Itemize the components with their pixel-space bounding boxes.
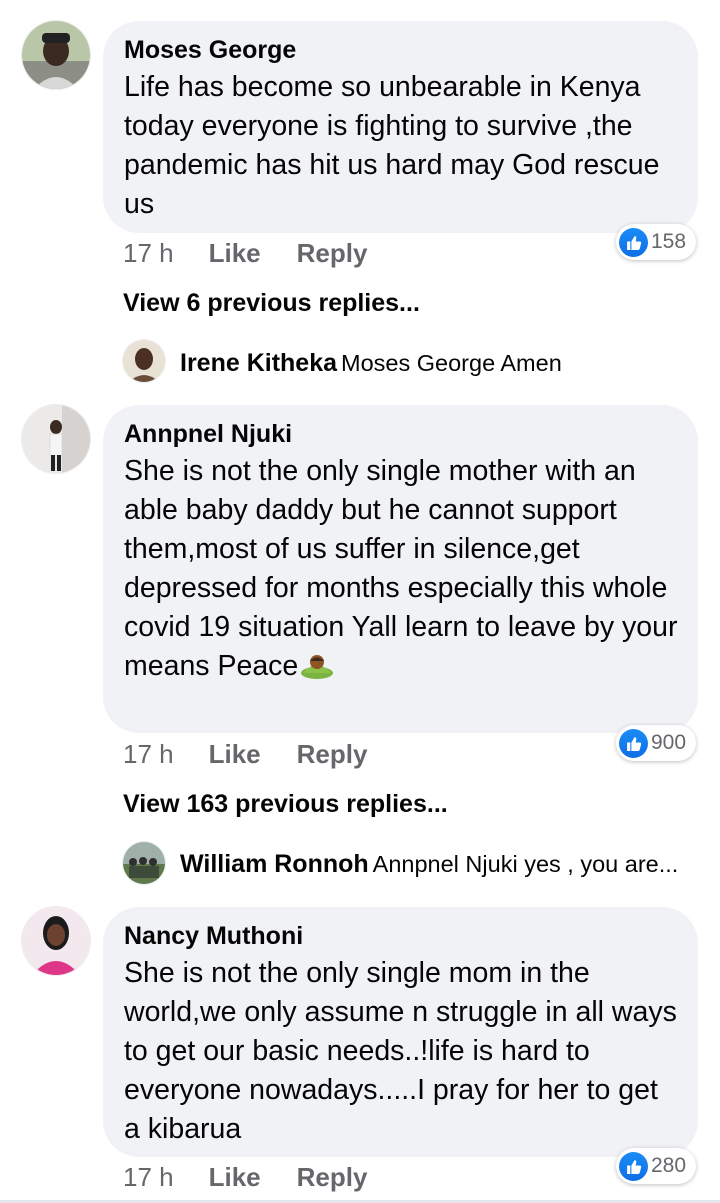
comment-author[interactable]: Moses George: [124, 35, 678, 65]
comment-actions: 17 h Like Reply: [123, 238, 367, 269]
thumbs-up-icon: [619, 1151, 648, 1181]
avatar-moses-george[interactable]: [22, 21, 90, 89]
comment-bubble[interactable]: Moses George Life has become so unbearab…: [103, 21, 698, 233]
reaction-count: 280: [651, 1154, 687, 1177]
reaction-badge[interactable]: 900: [616, 725, 697, 761]
like-button[interactable]: Like: [209, 739, 261, 770]
avatar-nancy-muthoni[interactable]: [22, 907, 90, 975]
reaction-count: 158: [651, 230, 687, 253]
comment-bubble[interactable]: Annpnel Njuki She is not the only single…: [103, 405, 698, 733]
view-previous-replies-link[interactable]: View 6 previous replies...: [123, 289, 420, 318]
reply-button[interactable]: Reply: [297, 1162, 368, 1193]
avatar-irene-kitheka[interactable]: [123, 340, 165, 382]
reply-button[interactable]: Reply: [297, 739, 368, 770]
reaction-badge[interactable]: 280: [616, 1148, 697, 1184]
comment-actions: 17 h Like Reply: [123, 1162, 367, 1193]
person-bowing-emoji: [299, 651, 335, 690]
comment-actions: 17 h Like Reply: [123, 739, 367, 770]
comment-author[interactable]: Nancy Muthoni: [124, 921, 678, 951]
comment-author[interactable]: Annpnel Njuki: [124, 419, 678, 449]
reaction-badge[interactable]: 158: [616, 224, 697, 260]
comment-text: She is not the only single mother with a…: [124, 452, 678, 690]
reply-author[interactable]: William Ronnoh: [180, 850, 369, 878]
reply-author[interactable]: Irene Kitheka: [180, 349, 337, 377]
comment-time[interactable]: 17 h: [123, 739, 174, 770]
comment-text: Life has become so unbearable in Kenya t…: [124, 71, 668, 220]
avatar-annpnel-njuki[interactable]: [22, 405, 90, 473]
like-button[interactable]: Like: [209, 238, 261, 269]
comment-bubble[interactable]: Nancy Muthoni She is not the only single…: [103, 907, 698, 1157]
view-previous-replies-link[interactable]: View 163 previous replies...: [123, 790, 448, 819]
avatar-william-ronnoh[interactable]: [123, 842, 165, 884]
reply-button[interactable]: Reply: [297, 238, 368, 269]
latest-reply[interactable]: William Ronnoh Annpnel Njuki yes , you ar…: [180, 850, 678, 879]
thumbs-up-icon: [619, 227, 648, 257]
reply-text: Moses George Amen: [341, 350, 562, 376]
latest-reply[interactable]: Irene Kitheka Moses George Amen: [180, 349, 562, 378]
reaction-count: 900: [651, 731, 687, 754]
reply-text: Annpnel Njuki yes , you are...: [372, 851, 679, 877]
like-button[interactable]: Like: [209, 1162, 261, 1193]
comment-time[interactable]: 17 h: [123, 238, 174, 269]
comment-time[interactable]: 17 h: [123, 1162, 174, 1193]
comment-text: She is not the only single mom in the wo…: [124, 957, 685, 1145]
thumbs-up-icon: [619, 728, 648, 758]
